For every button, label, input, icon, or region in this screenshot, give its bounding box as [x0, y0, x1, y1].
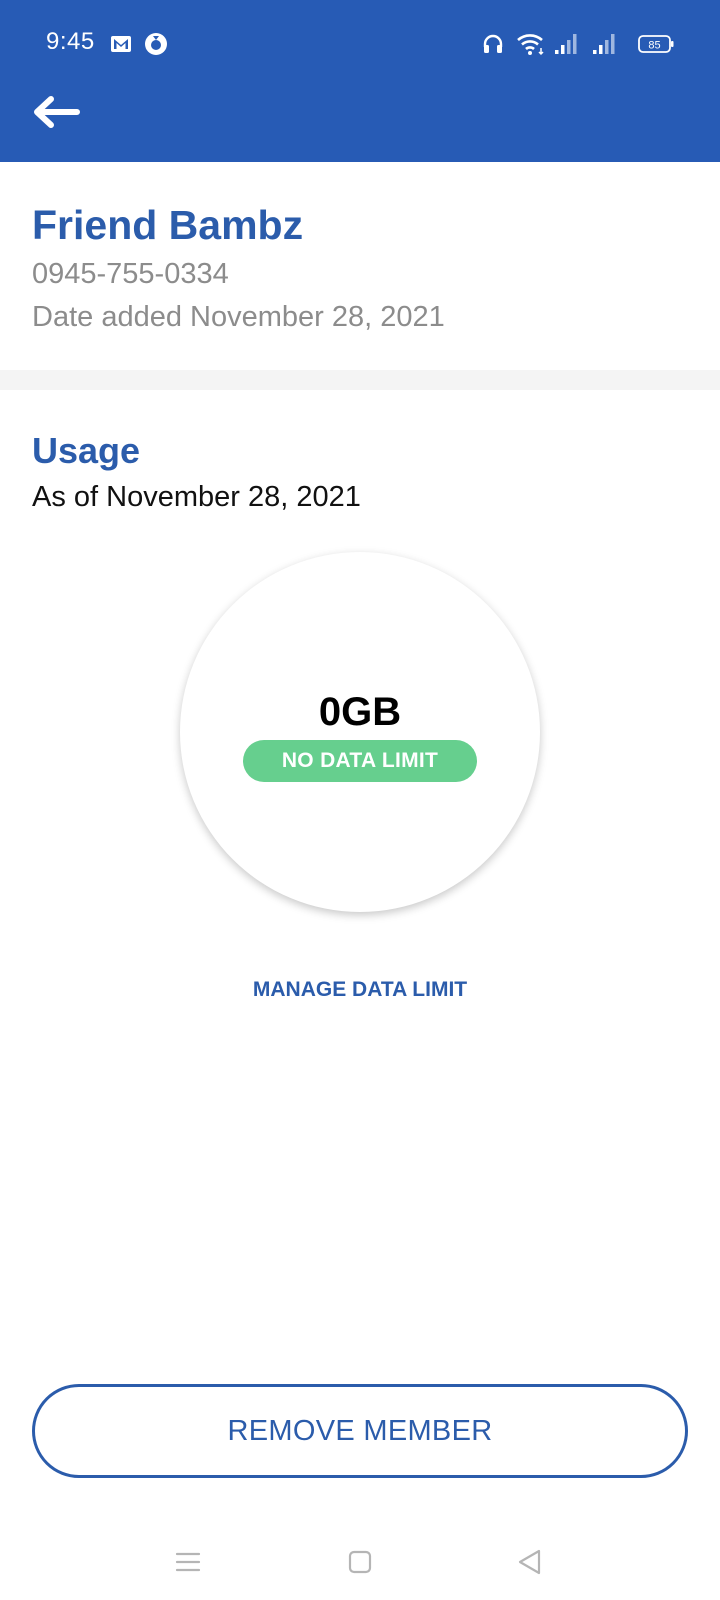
member-phone: 0945-755-0334: [32, 258, 229, 290]
home-icon[interactable]: [338, 1540, 382, 1584]
arrow-left-icon: [34, 96, 80, 128]
section-divider: [0, 370, 720, 390]
menu-icon[interactable]: [166, 1540, 210, 1584]
usage-circle: 0GB NO DATA LIMIT: [180, 552, 540, 912]
remove-member-button[interactable]: REMOVE MEMBER: [32, 1384, 688, 1478]
gmail-icon: [110, 32, 132, 56]
usage-value: 0GB: [318, 690, 402, 734]
headset-icon: [482, 32, 504, 56]
signal-icon: [554, 32, 580, 56]
usage-title: Usage: [32, 430, 141, 471]
status-bar: 9:45 85: [0, 0, 720, 88]
battery-level: 85: [648, 40, 660, 52]
member-profile: Friend Bambz 0945-755-0334 Date added No…: [0, 162, 720, 370]
data-limit-badge: NO DATA LIMIT: [243, 740, 477, 782]
app-header: 9:45 85: [0, 0, 720, 162]
back-button[interactable]: [28, 86, 84, 138]
messenger-icon: [144, 32, 168, 56]
wifi-icon: [516, 32, 546, 56]
back-triangle-icon[interactable]: [508, 1540, 552, 1584]
usage-as-of: As of November 28, 2021: [32, 481, 361, 513]
system-nav-bar: [0, 1520, 720, 1600]
status-time: 9:45: [46, 28, 95, 55]
battery-icon: 85: [638, 32, 674, 56]
signal-icon: [592, 32, 618, 56]
manage-data-limit-link[interactable]: MANAGE DATA LIMIT: [0, 978, 720, 1002]
member-name: Friend Bambz: [32, 202, 304, 248]
member-date-added: Date added November 28, 2021: [32, 301, 445, 333]
